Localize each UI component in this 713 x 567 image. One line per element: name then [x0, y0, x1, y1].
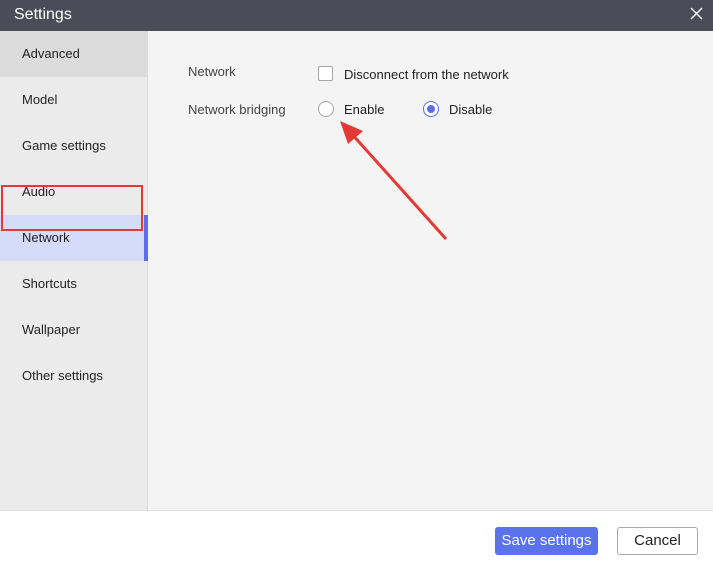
- close-icon[interactable]: [687, 4, 707, 24]
- sidebar-item-advanced[interactable]: Advanced: [0, 31, 148, 77]
- cancel-button[interactable]: Cancel: [617, 527, 698, 555]
- sidebar-item-network[interactable]: Network: [0, 215, 148, 261]
- disable-label[interactable]: Disable: [449, 102, 492, 117]
- sidebar-item-label: Network: [22, 230, 70, 245]
- sidebar-item-label: Audio: [22, 184, 56, 199]
- sidebar: Advanced Model Game settings Audio Netwo…: [0, 31, 148, 510]
- sidebar-item-wallpaper[interactable]: Wallpaper: [0, 307, 148, 353]
- footer: Save settings Cancel: [0, 510, 713, 567]
- network-settings-panel: Network Disconnect from the network Netw…: [148, 31, 713, 510]
- sidebar-item-label: Wallpaper: [22, 322, 81, 337]
- sidebar-item-other-settings[interactable]: Other settings: [0, 353, 148, 399]
- disconnect-label[interactable]: Disconnect from the network: [344, 67, 509, 82]
- sidebar-item-model[interactable]: Model: [0, 77, 148, 123]
- network-label: Network: [188, 64, 236, 79]
- sidebar-item-shortcuts[interactable]: Shortcuts: [0, 261, 148, 307]
- enable-label[interactable]: Enable: [344, 102, 384, 117]
- save-settings-button[interactable]: Save settings: [495, 527, 598, 555]
- title-bar: Settings: [0, 0, 713, 31]
- radio-dot: [427, 105, 435, 113]
- sidebar-item-label: Advanced: [22, 46, 80, 61]
- sidebar-item-audio[interactable]: Audio: [0, 169, 148, 215]
- disconnect-checkbox[interactable]: [318, 66, 333, 81]
- sidebar-item-label: Game settings: [22, 138, 106, 153]
- sidebar-item-label: Other settings: [22, 368, 103, 383]
- sidebar-item-label: Model: [22, 92, 58, 107]
- enable-radio[interactable]: [318, 101, 334, 117]
- disable-radio[interactable]: [423, 101, 439, 117]
- sidebar-item-label: Shortcuts: [22, 276, 77, 291]
- sidebar-item-game-settings[interactable]: Game settings: [0, 123, 148, 169]
- window-title: Settings: [14, 6, 72, 23]
- network-bridging-label: Network bridging: [188, 102, 286, 117]
